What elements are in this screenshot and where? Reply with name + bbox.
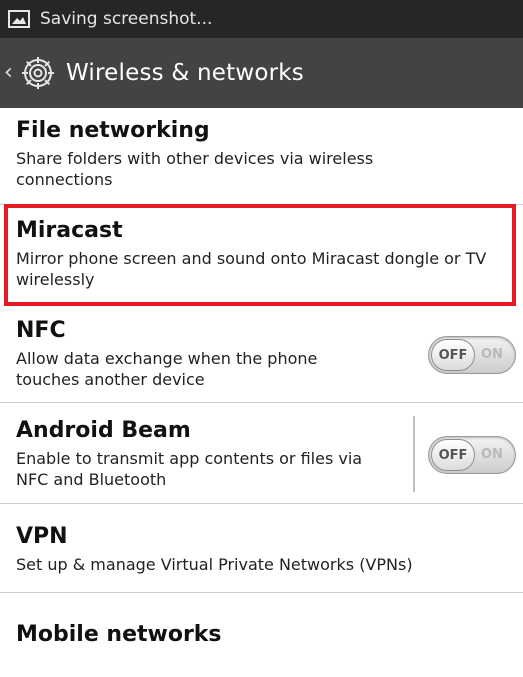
list-item-vpn[interactable]: VPN Set up & manage Virtual Private Netw… xyxy=(0,524,523,575)
status-bar: Saving screenshot... xyxy=(0,0,523,38)
item-title: VPN xyxy=(16,524,68,549)
toggle-off-knob: OFF xyxy=(431,339,475,371)
android-beam-toggle[interactable]: OFF ON xyxy=(428,436,516,474)
divider xyxy=(0,592,523,593)
toggle-on-label: ON xyxy=(481,447,503,462)
settings-gear-icon[interactable] xyxy=(18,53,58,93)
item-subtitle: Enable to transmit app contents or files… xyxy=(16,449,363,489)
item-subtitle: Allow data exchange when the phone touch… xyxy=(16,349,318,389)
divider xyxy=(0,503,523,504)
highlight-box xyxy=(4,204,516,306)
item-title: Mobile networks xyxy=(16,622,222,647)
item-subtitle: Share folders with other devices via wir… xyxy=(16,149,374,189)
item-subtitle: Set up & manage Virtual Private Networks… xyxy=(16,555,413,574)
toggle-off-knob: OFF xyxy=(431,439,475,471)
item-title: File networking xyxy=(16,118,210,143)
list-item-mobile-networks[interactable]: Mobile networks xyxy=(0,622,523,648)
vertical-separator xyxy=(413,416,415,492)
status-text: Saving screenshot... xyxy=(40,9,213,29)
toggle-on-label: ON xyxy=(481,347,503,362)
nfc-toggle[interactable]: OFF ON xyxy=(428,336,516,374)
list-item-file-networking[interactable]: File networking Share folders with other… xyxy=(0,118,523,190)
divider xyxy=(0,402,523,403)
action-bar: ‹ Wireless & networks xyxy=(0,38,523,108)
page-title: Wireless & networks xyxy=(66,60,304,86)
screenshot-icon xyxy=(8,10,30,28)
back-chevron-icon[interactable]: ‹ xyxy=(4,60,18,85)
